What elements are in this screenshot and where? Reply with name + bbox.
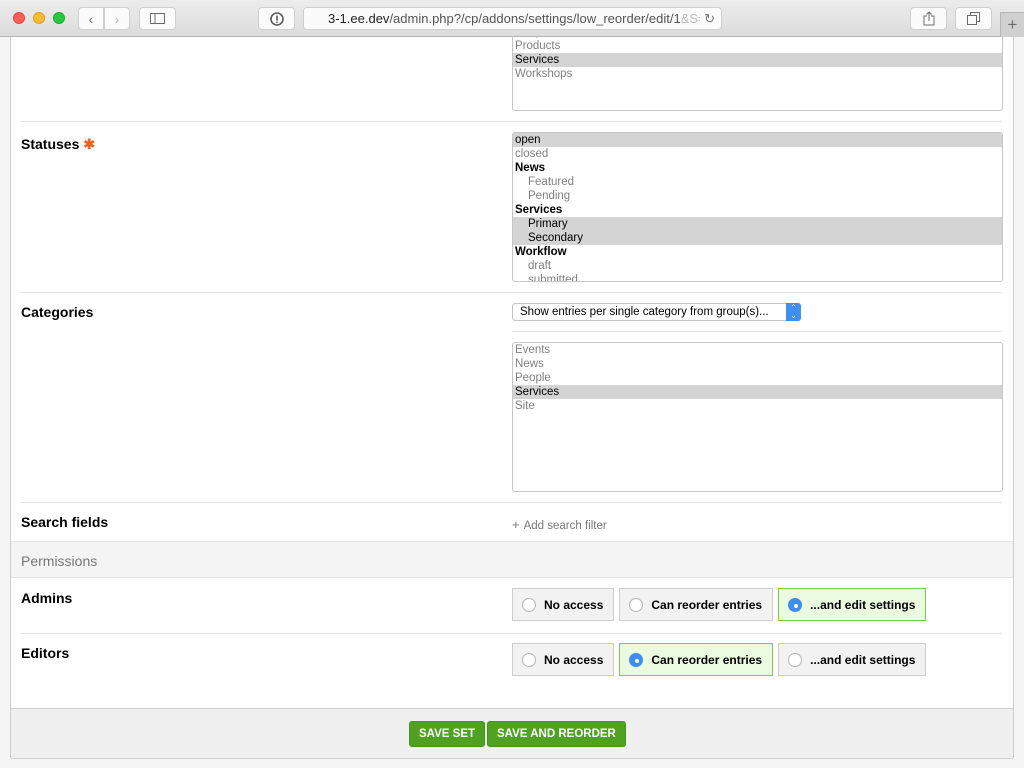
radio-checked-icon[interactable]: [788, 597, 803, 612]
reload-icon[interactable]: ↻: [700, 8, 715, 29]
select-arrows-icon: ⌃ ⌄: [786, 303, 801, 321]
required-icon: ✱: [83, 136, 96, 152]
address-bar[interactable]: 3-1.ee.dev/admin.php?/cp/addons/settings…: [303, 7, 722, 30]
divider: [512, 331, 1002, 332]
permission-choice-label: Can reorder entries: [651, 597, 763, 612]
share-button[interactable]: [910, 7, 947, 30]
permission-choice[interactable]: ...and edit settings: [778, 643, 927, 676]
status-group-label: Services: [515, 204, 563, 216]
category-group-option[interactable]: Events: [513, 343, 1002, 357]
category-groups-listbox[interactable]: Events News People Services Site: [512, 342, 1003, 492]
status-option[interactable]: open: [513, 133, 1002, 147]
channel-option[interactable]: Services: [513, 53, 1002, 67]
permission-choice-label: No access: [544, 652, 604, 667]
window-minimize-button[interactable]: [33, 12, 45, 24]
url-path: /admin.php?/cp/addons/settings/low_reord…: [389, 11, 681, 26]
permission-choice[interactable]: No access: [512, 588, 615, 621]
permission-choice-label: ...and edit settings: [810, 597, 916, 612]
status-option[interactable]: Primary: [513, 217, 1002, 231]
permissions-title: Permissions: [21, 553, 98, 569]
radio-unchecked-icon[interactable]: [522, 652, 536, 667]
status-option[interactable]: Secondary: [513, 231, 1002, 245]
url-host: 3-1.ee.dev: [328, 11, 390, 26]
status-option[interactable]: Featured: [513, 175, 1002, 189]
admins-permission-radio-group: No access Can reorder entries ...and edit …: [512, 588, 927, 621]
editors-label: Editors: [21, 645, 70, 661]
status-option[interactable]: submitted: [513, 273, 1002, 281]
category-mode-select[interactable]: Show entries per single category from gr…: [512, 303, 801, 321]
divider: [21, 633, 1002, 634]
sidebar-toggle-button[interactable]: [139, 7, 176, 30]
window-maximize-button[interactable]: [53, 12, 65, 24]
status-option[interactable]: closed: [513, 147, 1002, 161]
radio-unchecked-icon[interactable]: [522, 597, 536, 612]
add-search-filter-link[interactable]: + Add search filter: [512, 517, 607, 532]
radio-checked-icon[interactable]: [629, 652, 644, 667]
add-search-filter-label: Add search filter: [523, 520, 607, 532]
permission-choice-label: ...and edit settings: [810, 652, 916, 667]
browser-toolbar: ‹ › 3-1.ee.dev/admin.php?/cp/addons/sett…: [0, 0, 1024, 37]
divider: [21, 292, 1002, 293]
permission-choice[interactable]: Can reorder entries: [619, 588, 774, 621]
info-circle-icon: [269, 11, 284, 26]
category-mode-value: Show entries per single category from gr…: [520, 306, 769, 318]
channel-option[interactable]: Workshops: [513, 67, 1002, 81]
divider: [21, 121, 1002, 122]
statuses-listbox[interactable]: open closed News Featured Pending Services Pri…: [512, 132, 1003, 282]
privacy-report-button[interactable]: [258, 7, 295, 30]
tabs-icon: [967, 12, 980, 25]
chevron-left-icon: ‹: [88, 10, 94, 27]
permissions-section: Permissions: [11, 541, 1013, 578]
divider: [21, 502, 1002, 503]
window-close-button[interactable]: [13, 12, 25, 24]
permission-choice[interactable]: ...and edit settings: [778, 588, 927, 621]
category-group-option[interactable]: Services: [513, 385, 1002, 399]
permission-choice-label: No access: [544, 597, 604, 612]
search-fields-label: Search fields: [21, 514, 109, 530]
statuses-label: Statuses ✱: [21, 136, 95, 153]
status-option[interactable]: draft: [513, 259, 1002, 273]
radio-unchecked-icon[interactable]: [788, 652, 803, 667]
plus-icon: +: [1007, 15, 1018, 34]
channel-option[interactable]: Products: [513, 39, 1002, 53]
plus-icon: +: [512, 517, 520, 532]
new-tab-button[interactable]: +: [1000, 12, 1024, 37]
permission-choice[interactable]: No access: [512, 643, 615, 676]
tab-overview-button[interactable]: [955, 7, 992, 30]
share-icon: [923, 11, 934, 26]
forward-button[interactable]: ›: [104, 7, 130, 30]
status-group-label: Workflow: [515, 246, 567, 258]
category-group-option[interactable]: People: [513, 371, 1002, 385]
back-button[interactable]: ‹: [78, 7, 104, 30]
chevron-right-icon: ›: [114, 10, 120, 27]
sidebar-icon: [150, 13, 165, 24]
permission-choice-label: Can reorder entries: [651, 652, 763, 667]
editors-permission-radio-group: No access Can reorder entries ...and edit …: [512, 643, 927, 676]
status-group-label: News: [515, 162, 546, 174]
category-group-option[interactable]: News: [513, 357, 1002, 371]
settings-form: PeopleProductsServicesWorkshops Statuses…: [10, 37, 1014, 759]
form-footer: SAVE SET SAVE AND REORDER: [11, 708, 1013, 759]
statuses-label-text: Statuses: [21, 136, 80, 152]
categories-label: Categories: [21, 304, 94, 320]
permission-choice[interactable]: Can reorder entries: [619, 643, 774, 676]
page-content: PeopleProductsServicesWorkshops Statuses…: [0, 37, 1024, 768]
save-and-reorder-button[interactable]: SAVE AND REORDER: [487, 721, 626, 747]
save-set-button[interactable]: SAVE SET: [409, 721, 486, 747]
admins-label: Admins: [21, 590, 73, 606]
channels-listbox[interactable]: PeopleProductsServicesWorkshops: [512, 37, 1003, 111]
status-option[interactable]: Pending: [513, 189, 1002, 203]
category-group-option[interactable]: Site: [513, 399, 1002, 413]
radio-unchecked-icon[interactable]: [629, 597, 644, 612]
